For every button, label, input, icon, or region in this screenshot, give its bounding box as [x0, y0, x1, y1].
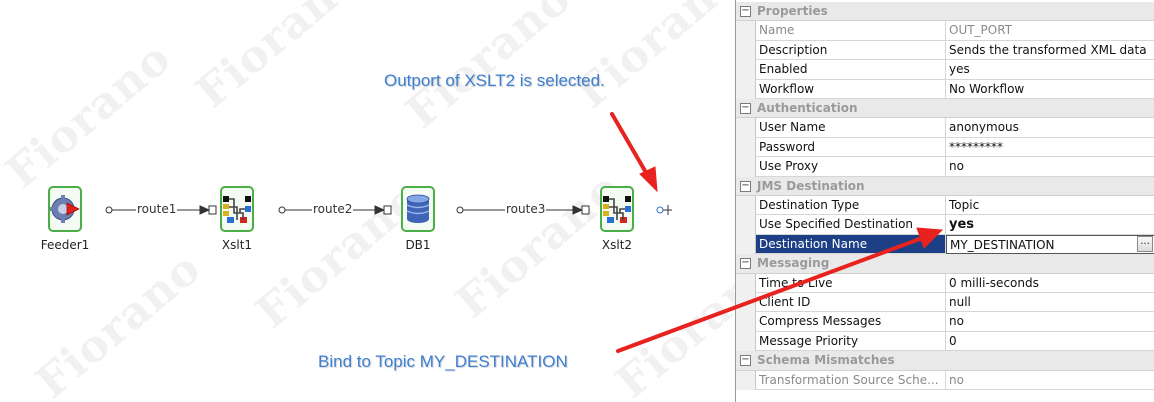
property-value[interactable]: No Workflow: [946, 80, 1154, 99]
input-port-icon: [208, 205, 217, 215]
property-value[interactable]: *********: [946, 138, 1154, 158]
node-label: Xslt2: [601, 238, 633, 252]
property-name: Workflow: [756, 79, 946, 99]
property-name: Time to Live: [756, 273, 946, 293]
output-port-icon: [456, 206, 464, 214]
property-name: Use Proxy: [756, 157, 946, 177]
property-row[interactable]: Transformation Source Sche... no: [736, 370, 1154, 390]
section-header[interactable]: − Authentication: [736, 99, 1154, 119]
property-name: Enabled: [756, 60, 946, 80]
route-label[interactable]: route3: [505, 202, 547, 216]
arrow-head-icon: [572, 205, 584, 215]
component-node[interactable]: [220, 186, 254, 232]
arrow-head-icon: [199, 205, 211, 215]
property-name: Destination Type: [756, 196, 946, 216]
input-port-icon: [581, 205, 590, 215]
property-row[interactable]: Password *********: [736, 137, 1154, 158]
property-row[interactable]: Workflow No Workflow: [736, 79, 1154, 99]
property-value[interactable]: no: [946, 312, 1154, 332]
property-value[interactable]: yes: [946, 60, 1154, 80]
property-row[interactable]: Destination Type Topic: [736, 196, 1154, 216]
selected-output-port-icon: [656, 206, 664, 214]
property-value[interactable]: Sends the transformed XML data: [946, 41, 1154, 61]
property-name: Description: [756, 40, 946, 61]
property-row-selected[interactable]: Destination Name MY_DESTINATION ...: [736, 234, 1154, 255]
xslt-transform-icon: [603, 196, 631, 223]
component-node[interactable]: [401, 186, 435, 232]
route-label[interactable]: route2: [312, 202, 354, 216]
database-icon: [406, 194, 430, 223]
property-row[interactable]: Description Sends the transformed XML da…: [736, 40, 1154, 61]
destination-name-input[interactable]: MY_DESTINATION: [946, 234, 1154, 255]
property-name: Message Priority: [756, 331, 946, 352]
property-row[interactable]: Client ID null: [736, 293, 1154, 313]
property-value[interactable]: anonymous: [946, 118, 1154, 138]
collapse-icon[interactable]: −: [740, 258, 751, 270]
component-node[interactable]: [48, 186, 82, 232]
collapse-icon[interactable]: −: [740, 355, 751, 367]
property-name: Compress Messages: [756, 312, 946, 332]
property-name: Password: [756, 137, 946, 158]
properties-panel: − Properties Name OUT_PORT Description S…: [735, 0, 1154, 402]
section-header[interactable]: − Messaging: [736, 254, 1154, 274]
xslt-transform-icon: [223, 196, 251, 223]
collapse-icon[interactable]: −: [740, 6, 751, 17]
property-row[interactable]: Enabled yes: [736, 60, 1154, 80]
node-label: DB1: [405, 238, 431, 252]
property-row[interactable]: Use Specified Destination yes: [736, 215, 1154, 235]
component-node[interactable]: [600, 186, 634, 232]
section-header[interactable]: − Schema Mismatches: [736, 351, 1154, 371]
property-row[interactable]: Use Proxy no: [736, 157, 1154, 177]
property-value[interactable]: no: [946, 157, 1154, 177]
output-port-icon: [105, 206, 113, 214]
ellipsis-button[interactable]: ...: [1137, 235, 1153, 252]
property-name: Transformation Source Sche...: [756, 370, 946, 390]
route-label[interactable]: route1: [136, 202, 178, 216]
property-row[interactable]: Time to Live 0 milli-seconds: [736, 273, 1154, 293]
arrow-head-icon: [374, 205, 386, 215]
input-port-icon: [383, 205, 392, 215]
property-name: Client ID: [756, 293, 946, 313]
property-row[interactable]: Message Priority 0: [736, 331, 1154, 352]
property-value[interactable]: yes: [946, 215, 1154, 235]
flow-canvas[interactable]: Fiorano Fiorano Fiorano Fiorano Fiorano …: [0, 0, 735, 402]
property-name: Destination Name: [756, 234, 946, 255]
collapse-icon[interactable]: −: [740, 103, 751, 114]
collapse-icon[interactable]: −: [740, 180, 751, 192]
property-row[interactable]: Compress Messages no: [736, 312, 1154, 332]
property-name: Name: [756, 21, 946, 41]
section-header[interactable]: − Properties: [736, 2, 1154, 22]
output-port-icon: [278, 206, 286, 214]
node-label: Xslt1: [221, 238, 253, 252]
property-name: User Name: [756, 118, 946, 138]
section-header[interactable]: − JMS Destination: [736, 176, 1154, 196]
feeder-gear-icon: [50, 195, 80, 223]
property-name: Use Specified Destination: [756, 215, 946, 235]
property-row[interactable]: User Name anonymous: [736, 118, 1154, 138]
property-value[interactable]: no: [946, 371, 1154, 390]
property-value[interactable]: Topic: [946, 196, 1154, 216]
property-value[interactable]: 0 milli-seconds: [946, 274, 1154, 293]
property-value[interactable]: 0: [946, 332, 1154, 352]
node-label: Feeder1: [40, 238, 90, 252]
property-row[interactable]: Name OUT_PORT: [736, 21, 1154, 41]
property-value[interactable]: null: [946, 293, 1154, 313]
property-value[interactable]: OUT_PORT: [946, 21, 1154, 41]
